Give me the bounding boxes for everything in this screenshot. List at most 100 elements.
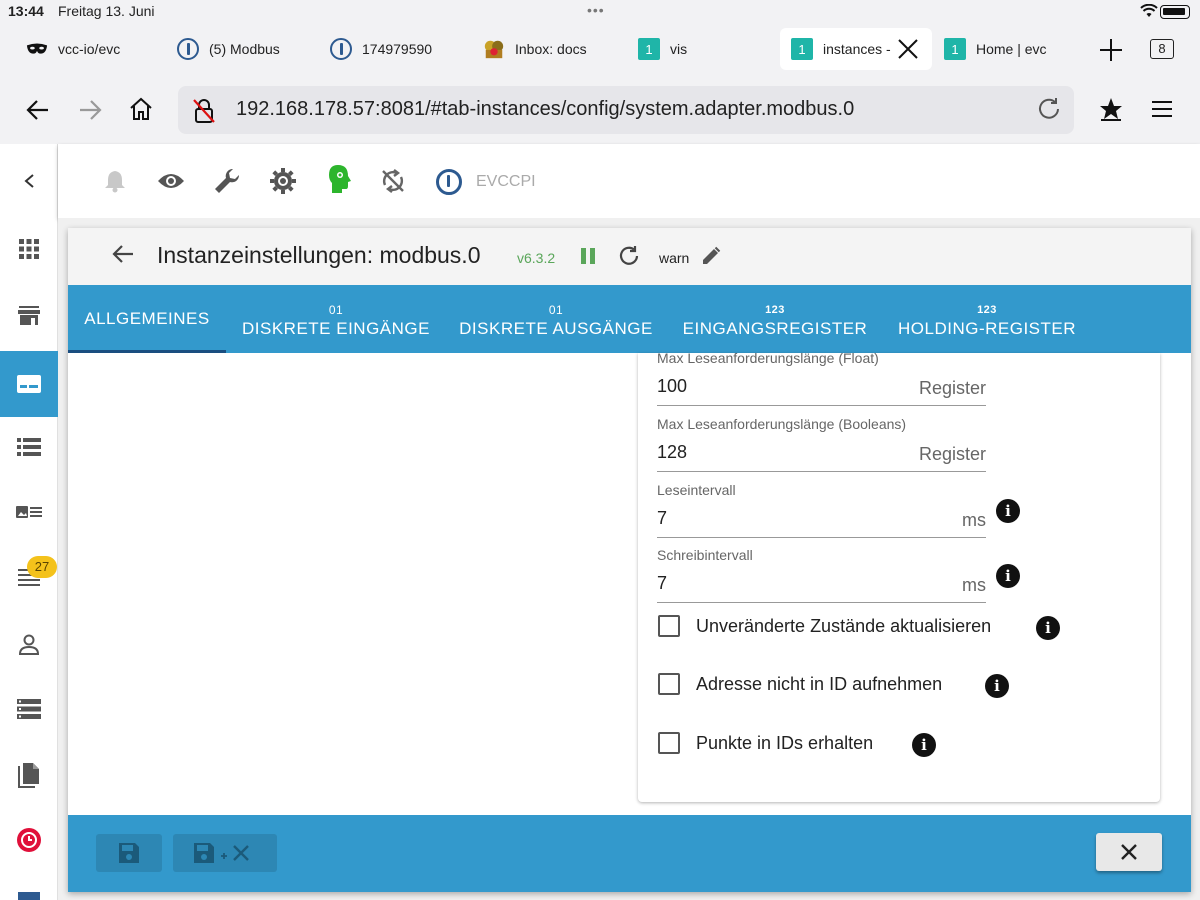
restart-icon[interactable] [618,245,640,267]
files-icon [18,763,39,788]
forward-arrow-icon[interactable] [78,99,102,121]
checkbox-box[interactable] [658,732,680,754]
field-value: 100 [657,376,688,396]
max-read-float-input[interactable]: 100 Register [657,368,986,406]
sidebar-item-adapters[interactable] [0,285,58,345]
checkbox-label: Adresse nicht in ID aufnehmen [696,673,943,694]
no-address-in-id-checkbox[interactable]: Adresse nicht in ID aufnehmen [658,673,942,695]
close-tab-icon[interactable] [897,38,919,60]
no-address-in-id-info-icon[interactable]: i [985,674,1009,698]
read-interval-input[interactable]: 7 ms [657,500,986,538]
browser-tab-vis[interactable]: 1 vis [638,28,687,70]
number-one-icon: 1 [944,38,966,60]
number-one-icon: 1 [791,38,813,60]
tab-label: HOLDING-REGISTER [897,319,1077,338]
pause-icon[interactable] [580,247,596,265]
field-label: Max Leseanforderungslänge (Float) [657,353,879,366]
update-unchanged-info-icon[interactable]: i [1036,616,1060,640]
write-interval-input[interactable]: 7 ms [657,565,986,603]
tab-allgemeines[interactable]: ALLGEMEINES [68,285,226,353]
iobroker-icon [330,38,352,60]
browser-tab-inbox[interactable]: Inbox: docs [483,28,587,70]
tab-holding-register[interactable]: 123 HOLDING-REGISTER [894,285,1080,353]
user-icon [18,634,40,655]
settings-gear-icon[interactable] [268,166,298,196]
tab-diskrete-ausgaenge[interactable]: 01 DISKRETE AUSGÄNGE [458,285,654,353]
checkbox-box[interactable] [658,673,680,695]
new-tab-plus-icon[interactable] [1099,38,1123,62]
sidebar-item-more[interactable] [0,876,58,900]
save-and-close-button[interactable] [173,834,277,872]
status-date: Freitag 13. Juni [58,3,155,19]
wrench-icon[interactable] [212,166,242,196]
iobroker-icon [177,38,199,60]
settings-card: Max Leseanforderungslänge (Float) 100 Re… [638,353,1160,802]
sidebar-item-backitup[interactable] [0,810,58,870]
bookmark-star-icon[interactable] [1098,96,1124,122]
app-sidebar: 27 [0,144,58,900]
browser-tab-instances[interactable]: 1 instances - [780,28,932,70]
collapse-sidebar-button[interactable] [0,151,58,211]
save-close-icon [194,843,249,863]
sidebar-item-enums[interactable] [0,482,58,542]
tab-count-button[interactable]: 8 [1150,39,1174,59]
read-interval-info-icon[interactable]: i [996,499,1020,523]
app-icon [18,892,40,900]
expert-mode-head-icon[interactable] [324,164,354,194]
tab-eingangsregister[interactable]: 123 EINGANGSREGISTER [680,285,870,353]
max-read-booleans-input[interactable]: 128 Register [657,434,986,472]
sidebar-item-logs[interactable]: 27 [0,548,58,608]
ios-status-bar: 13:44 Freitag 13. Juni ••• [0,0,1200,24]
insecure-lock-icon [193,99,215,123]
multitasking-dots[interactable]: ••• [587,2,605,18]
close-dialog-button[interactable] [1096,833,1162,871]
address-bar[interactable]: 192.168.178.57:8081/#tab-instances/confi… [178,86,1074,134]
back-arrow-icon[interactable] [112,244,134,264]
sidebar-item-users[interactable] [0,614,58,674]
eye-icon[interactable] [156,166,186,196]
update-unchanged-checkbox[interactable]: Unveränderte Zustände aktualisieren [658,615,991,637]
checkbox-box[interactable] [658,615,680,637]
field-unit: Register [918,444,986,464]
sidebar-item-files[interactable] [0,745,58,805]
sidebar-item-instances[interactable] [0,351,58,417]
browser-tab-home-evcc[interactable]: 1 Home | evc [944,28,1047,70]
storage-icon [17,699,41,719]
tab-type-indicator: 123 [765,304,785,316]
checkbox-label: Unveränderte Zustände aktualisieren [696,615,992,636]
field-unit: Register [918,378,986,398]
keep-dots-in-ids-checkbox[interactable]: Punkte in IDs erhalten [658,732,873,754]
reload-icon[interactable] [1036,96,1062,122]
browser-tab-evcc-github[interactable]: vcc-io/evc [26,28,120,70]
save-button[interactable] [96,834,162,872]
browser-tab-label: vis [670,41,688,57]
sidebar-item-intro[interactable] [0,219,58,279]
read-interval-field: Leseintervall 7 ms [657,482,986,538]
list-icon [17,438,41,456]
browser-tab-174979590[interactable]: 174979590 [330,28,432,70]
browser-tab-label: vcc-io/evc [58,41,121,57]
instance-settings-dialog: Instanzeinstellungen: modbus.0 v6.3.2 wa… [68,228,1191,892]
keep-dots-in-ids-info-icon[interactable]: i [912,733,936,757]
apps-grid-icon [19,239,39,259]
sync-disabled-icon[interactable] [378,166,408,196]
tab-diskrete-eingaenge[interactable]: 01 DISKRETE EINGÄNGE [238,285,434,353]
write-interval-info-icon[interactable]: i [996,564,1020,588]
field-label: Schreibintervall [657,547,753,563]
tab-type-indicator: 123 [977,304,997,316]
dialog-title: Instanzeinstellungen: modbus.0 [157,242,481,268]
sidebar-item-hosts[interactable] [0,679,58,739]
home-icon[interactable] [128,96,154,122]
tab-label: EINGANGSREGISTER [682,319,868,338]
menu-hamburger-icon[interactable] [1151,100,1173,118]
notifications-bell-icon[interactable] [100,166,130,196]
checkbox-label: Punkte in IDs erhalten [696,732,874,753]
browser-tab-bar: vcc-io/evc (5) Modbus 174979590 Inbox: d… [0,24,1200,76]
back-arrow-icon[interactable] [26,99,50,121]
dialog-tabs: ALLGEMEINES 01 DISKRETE EINGÄNGE 01 DISK… [68,285,1191,353]
browser-tab-label: 174979590 [362,41,433,57]
edit-pencil-icon[interactable] [701,246,721,266]
browser-tab-modbus[interactable]: (5) Modbus [177,28,280,70]
sidebar-item-objects[interactable] [0,417,58,477]
host-name-label: EVCCPI [476,173,536,190]
